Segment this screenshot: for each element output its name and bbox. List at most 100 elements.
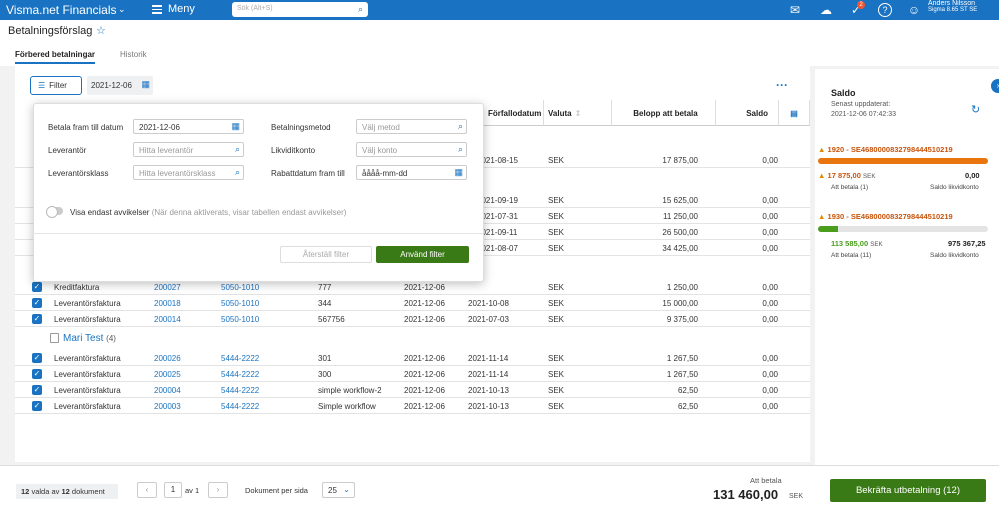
table-row[interactable]: ✓ Leverantörsfaktura 200004 5444-2222 simple… (15, 382, 810, 398)
search-input[interactable]: Sök (Alt+S) ⌕ (232, 2, 368, 17)
lookup-icon[interactable]: ⌕ (235, 144, 240, 155)
tab-prepare-payments[interactable]: Förbered betalningar (15, 50, 96, 64)
group-name[interactable]: Mari Test (4) (63, 333, 116, 344)
row-checkbox[interactable]: ✓ (32, 401, 42, 411)
next-page-button[interactable]: › (208, 482, 228, 498)
deviations-toggle[interactable] (46, 206, 63, 218)
doc-number-link[interactable]: 200003 (154, 402, 181, 411)
account-2-pay-amount: 113 585,00 SEK (831, 239, 883, 248)
table-row[interactable]: ✓ Leverantörsfaktura 200003 5444-2222 Simple… (15, 398, 810, 414)
balance-cell: 0,00 (762, 386, 778, 395)
currency-cell: SEK (548, 156, 565, 165)
table-row[interactable]: ✓ Leverantörsfaktura 200026 5444-2222 301 202… (15, 350, 810, 366)
account-link[interactable]: 5444-2222 (221, 402, 259, 411)
tab-history[interactable]: Historik (120, 50, 147, 59)
account-1-header[interactable]: ▲ 1920 - SE4680000832798444510219 (818, 145, 953, 154)
apply-filter-button[interactable]: Använd filter (376, 246, 469, 263)
account-link[interactable]: 5050-1010 (221, 315, 259, 324)
more-options-icon[interactable]: ··· (776, 78, 788, 92)
doc-type-cell: Kreditfaktura (54, 283, 100, 292)
pay-until-value: 2021-12-06 (139, 123, 180, 132)
date-filter-chip[interactable]: 2021-12-06 ▦ (87, 76, 153, 95)
doc-number-link[interactable]: 200004 (154, 386, 181, 395)
row-checkbox[interactable]: ✓ (32, 314, 42, 324)
doc-number-link[interactable]: 200025 (154, 370, 181, 379)
chevron-down-icon[interactable]: ⌄ (118, 4, 126, 15)
table-row[interactable]: ✓ Leverantörsfaktura 200018 5050-1010 344 202… (15, 295, 810, 311)
page-number-input[interactable]: 1 (164, 482, 182, 498)
chat-icon[interactable]: ☁ (818, 2, 834, 18)
megaphone-icon[interactable]: ✉ (787, 2, 803, 18)
pay-until-date-input[interactable]: 2021-12-06 ▦ (133, 119, 244, 134)
reset-filter-button[interactable]: Återställ filter (280, 246, 372, 263)
row-checkbox[interactable]: ✓ (32, 385, 42, 395)
payment-method-select[interactable]: Välj metod ⌕ (356, 119, 467, 134)
account-1-balance-label: Saldo likvidkonto (930, 184, 979, 191)
help-icon[interactable]: ? (878, 3, 892, 17)
account-link[interactable]: 5050-1010 (221, 283, 259, 292)
per-page-value: 25 (328, 486, 337, 495)
lookup-icon[interactable]: ⌕ (235, 167, 240, 178)
doc-number-link[interactable]: 200014 (154, 315, 181, 324)
column-currency[interactable]: Valuta ⇕ (544, 100, 612, 126)
chevron-down-icon: ⌄ (343, 485, 350, 494)
favorite-star-icon[interactable]: ☆ (96, 24, 106, 37)
menu-label: Meny (168, 3, 195, 16)
menu-button[interactable]: Meny (152, 3, 195, 16)
reference-cell: simple workflow-2 (318, 386, 382, 395)
account-1-pay-label: Att betala (1) (831, 184, 869, 191)
warning-icon: ▲ (818, 145, 826, 154)
collapse-panel-icon[interactable]: › (991, 79, 999, 93)
prev-page-button[interactable]: ‹ (137, 482, 157, 498)
account-link[interactable]: 5050-1010 (221, 299, 259, 308)
balance-cell: 0,00 (762, 354, 778, 363)
account-link[interactable]: 5444-2222 (221, 370, 259, 379)
user-icon[interactable]: ☺ (906, 2, 922, 18)
amount-cell: 11 250,00 (663, 212, 698, 221)
supplier-input[interactable]: Hitta leverantör ⌕ (133, 142, 244, 157)
doc-number-link[interactable]: 200027 (154, 283, 181, 292)
popup-divider (34, 233, 483, 234)
balance-cell: 0,00 (762, 370, 778, 379)
date-cell: 2021-12-06 (404, 402, 445, 411)
doc-number-link[interactable]: 200018 (154, 299, 181, 308)
column-settings-icon[interactable]: ▤ (779, 100, 810, 126)
calendar-icon[interactable]: ▦ (231, 121, 240, 132)
doc-number-link[interactable]: 200026 (154, 354, 181, 363)
calendar-icon[interactable]: ▦ (141, 79, 150, 90)
user-info[interactable]: Anders Nilsson Sigma 8.65 ST SE (928, 0, 977, 14)
lookup-icon[interactable]: ⌕ (458, 144, 463, 155)
row-checkbox[interactable]: ✓ (32, 353, 42, 363)
supplier-group[interactable]: Mari Test (4) (15, 330, 810, 348)
brand-name[interactable]: Visma.net Financials (6, 3, 117, 17)
supplier-class-input[interactable]: Hitta leverantörsklass ⌕ (133, 165, 244, 180)
account-link[interactable]: 5444-2222 (221, 354, 259, 363)
row-checkbox[interactable]: ✓ (32, 369, 42, 379)
group-count: (4) (106, 334, 116, 343)
filter-button[interactable]: ☰ Filter (30, 76, 82, 95)
table-row[interactable]: ✓ Leverantörsfaktura 200025 5444-2222 300 202… (15, 366, 810, 382)
calendar-icon[interactable]: ▦ (454, 167, 463, 178)
column-balance[interactable]: Saldo (716, 100, 779, 126)
cash-account-select[interactable]: Välj konto ⌕ (356, 142, 467, 157)
amount-cell: 26 500,00 (662, 228, 698, 237)
table-row[interactable]: ✓ Leverantörsfaktura 200014 5050-1010 567756… (15, 311, 810, 327)
selected-total: 12 (61, 487, 70, 496)
lookup-icon[interactable]: ⌕ (458, 121, 463, 132)
column-due-date[interactable]: Förfallodatum⇕ (484, 100, 551, 126)
refresh-icon[interactable]: ↻ (971, 103, 980, 116)
sort-icon[interactable]: ⇕ (575, 109, 582, 118)
row-checkbox[interactable]: ✓ (32, 282, 42, 292)
account-2-header[interactable]: ▲ 1930 - SE4680000832798444510219 (818, 212, 953, 221)
discount-date-input[interactable]: åååå-mm-dd ▦ (356, 165, 467, 180)
search-icon[interactable]: ⌕ (358, 4, 363, 15)
amount-cell: 15 625,00 (662, 196, 698, 205)
account-iban: SE4680000832798444510219 (850, 145, 953, 154)
account-link[interactable]: 5444-2222 (221, 386, 259, 395)
column-amount[interactable]: Belopp att betala (612, 100, 716, 126)
per-page-select[interactable]: 25 ⌄ (322, 482, 355, 498)
amount-cell: 17 875,00 (662, 156, 698, 165)
row-checkbox[interactable]: ✓ (32, 298, 42, 308)
balance-cell: 0,00 (762, 212, 778, 221)
confirm-payment-button[interactable]: Bekräfta utbetalning (12) (830, 479, 986, 502)
